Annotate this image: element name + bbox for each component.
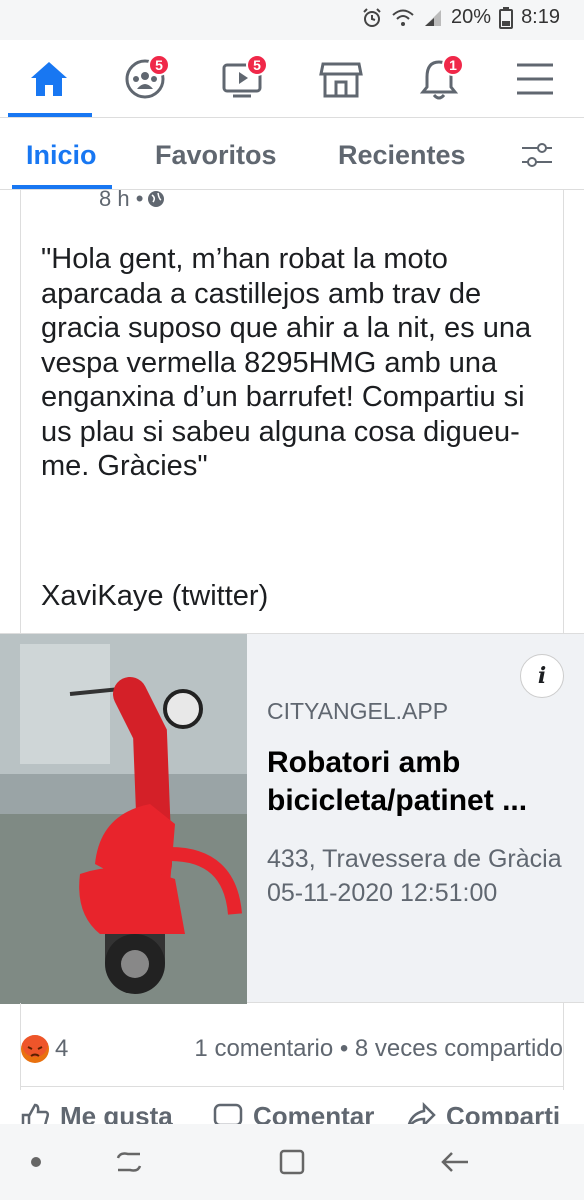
link-preview-image — [0, 634, 247, 1004]
marketplace-tab[interactable] — [316, 54, 366, 104]
filter-settings-icon[interactable] — [520, 140, 554, 170]
alarm-icon — [363, 7, 381, 27]
feed-filter-tabs: Inicio Favoritos Recientes — [0, 118, 584, 190]
battery-icon — [499, 6, 514, 29]
watch-tab[interactable]: 5 — [218, 54, 268, 104]
post-time-text: 8 h • — [99, 186, 144, 211]
status-bar: 20% 8:19 — [0, 0, 584, 40]
tab-recientes[interactable]: Recientes — [338, 140, 466, 171]
groups-tab[interactable]: 5 — [120, 54, 170, 104]
watch-badge: 5 — [246, 54, 268, 76]
info-button[interactable]: i — [520, 654, 564, 698]
link-title[interactable]: Robatori amb bicicleta/patinet ... — [267, 744, 567, 820]
tab-favoritos[interactable]: Favoritos — [155, 140, 277, 171]
tab-inicio[interactable]: Inicio — [26, 140, 97, 171]
tab-inicio-indicator — [12, 185, 112, 189]
reactions-summary-row: 4 1 comentario • 8 veces compartido — [20, 1003, 564, 1087]
post-body-text: "Hola gent, m’han robat la moto aparcada… — [41, 243, 532, 482]
hamburger-menu-icon — [517, 63, 553, 95]
link-domain: CITYANGEL.APP — [267, 698, 449, 724]
link-preview-card[interactable]: i CITYANGEL.APP Robatori amb bicicleta/p… — [0, 633, 584, 1004]
menu-tab[interactable] — [510, 54, 560, 104]
recents-icon[interactable] — [114, 1148, 144, 1176]
marketplace-icon — [319, 62, 363, 98]
android-navigation-bar — [0, 1124, 584, 1200]
signal-icon — [425, 9, 442, 26]
post-timestamp: 8 h • — [99, 186, 165, 212]
reaction-count-text: 4 — [55, 1035, 69, 1062]
wifi-icon — [392, 9, 414, 26]
link-description: 433, Travessera de Gràcia 05-11-2020 12:… — [267, 845, 562, 907]
post-action-bar: Me gusta Comentar Comparti — [0, 1087, 584, 1127]
status-icons: 20% 8:19 — [361, 6, 560, 29]
home-tab[interactable] — [24, 54, 74, 104]
home-dot-icon[interactable] — [30, 1156, 42, 1168]
home-icon — [31, 62, 67, 96]
scooter-photo — [0, 634, 247, 1004]
globe-icon — [148, 191, 165, 207]
comments-shares-summary[interactable]: 1 comentario • 8 veces compartido — [194, 1035, 563, 1063]
top-navigation: 5 5 1 — [0, 40, 584, 118]
notifications-badge: 1 — [442, 54, 464, 76]
post-credit-text: XaviKaye (twitter) — [41, 580, 269, 612]
groups-badge: 5 — [148, 54, 170, 76]
back-arrow-icon[interactable] — [440, 1148, 470, 1176]
home-tab-indicator — [8, 113, 92, 117]
battery-percent: 20% — [451, 6, 492, 28]
overview-square-icon[interactable] — [278, 1148, 306, 1176]
reaction-count[interactable]: 4 — [21, 1035, 68, 1063]
clock: 8:19 — [521, 6, 560, 28]
angry-reaction-icon — [21, 1035, 49, 1063]
notifications-tab[interactable]: 1 — [414, 54, 464, 104]
